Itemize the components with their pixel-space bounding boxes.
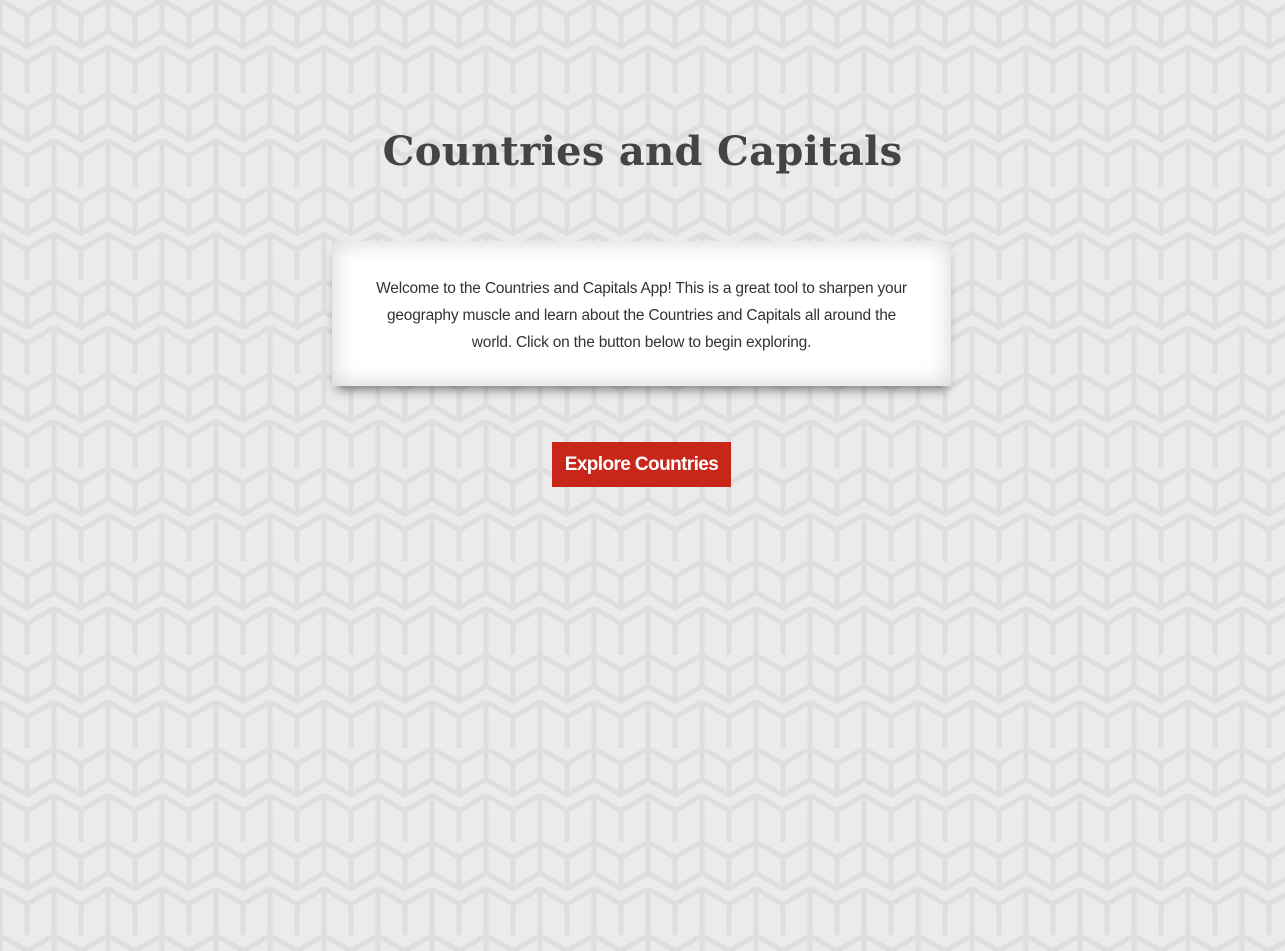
explore-countries-button[interactable]: Explore Countries [552, 442, 731, 487]
welcome-text: Welcome to the Countries and Capitals Ap… [376, 280, 907, 351]
main-content: Countries and Capitals Welcome to the Co… [0, 0, 1285, 951]
page-title: Countries and Capitals [382, 128, 903, 175]
welcome-card: Welcome to the Countries and Capitals Ap… [332, 241, 951, 386]
